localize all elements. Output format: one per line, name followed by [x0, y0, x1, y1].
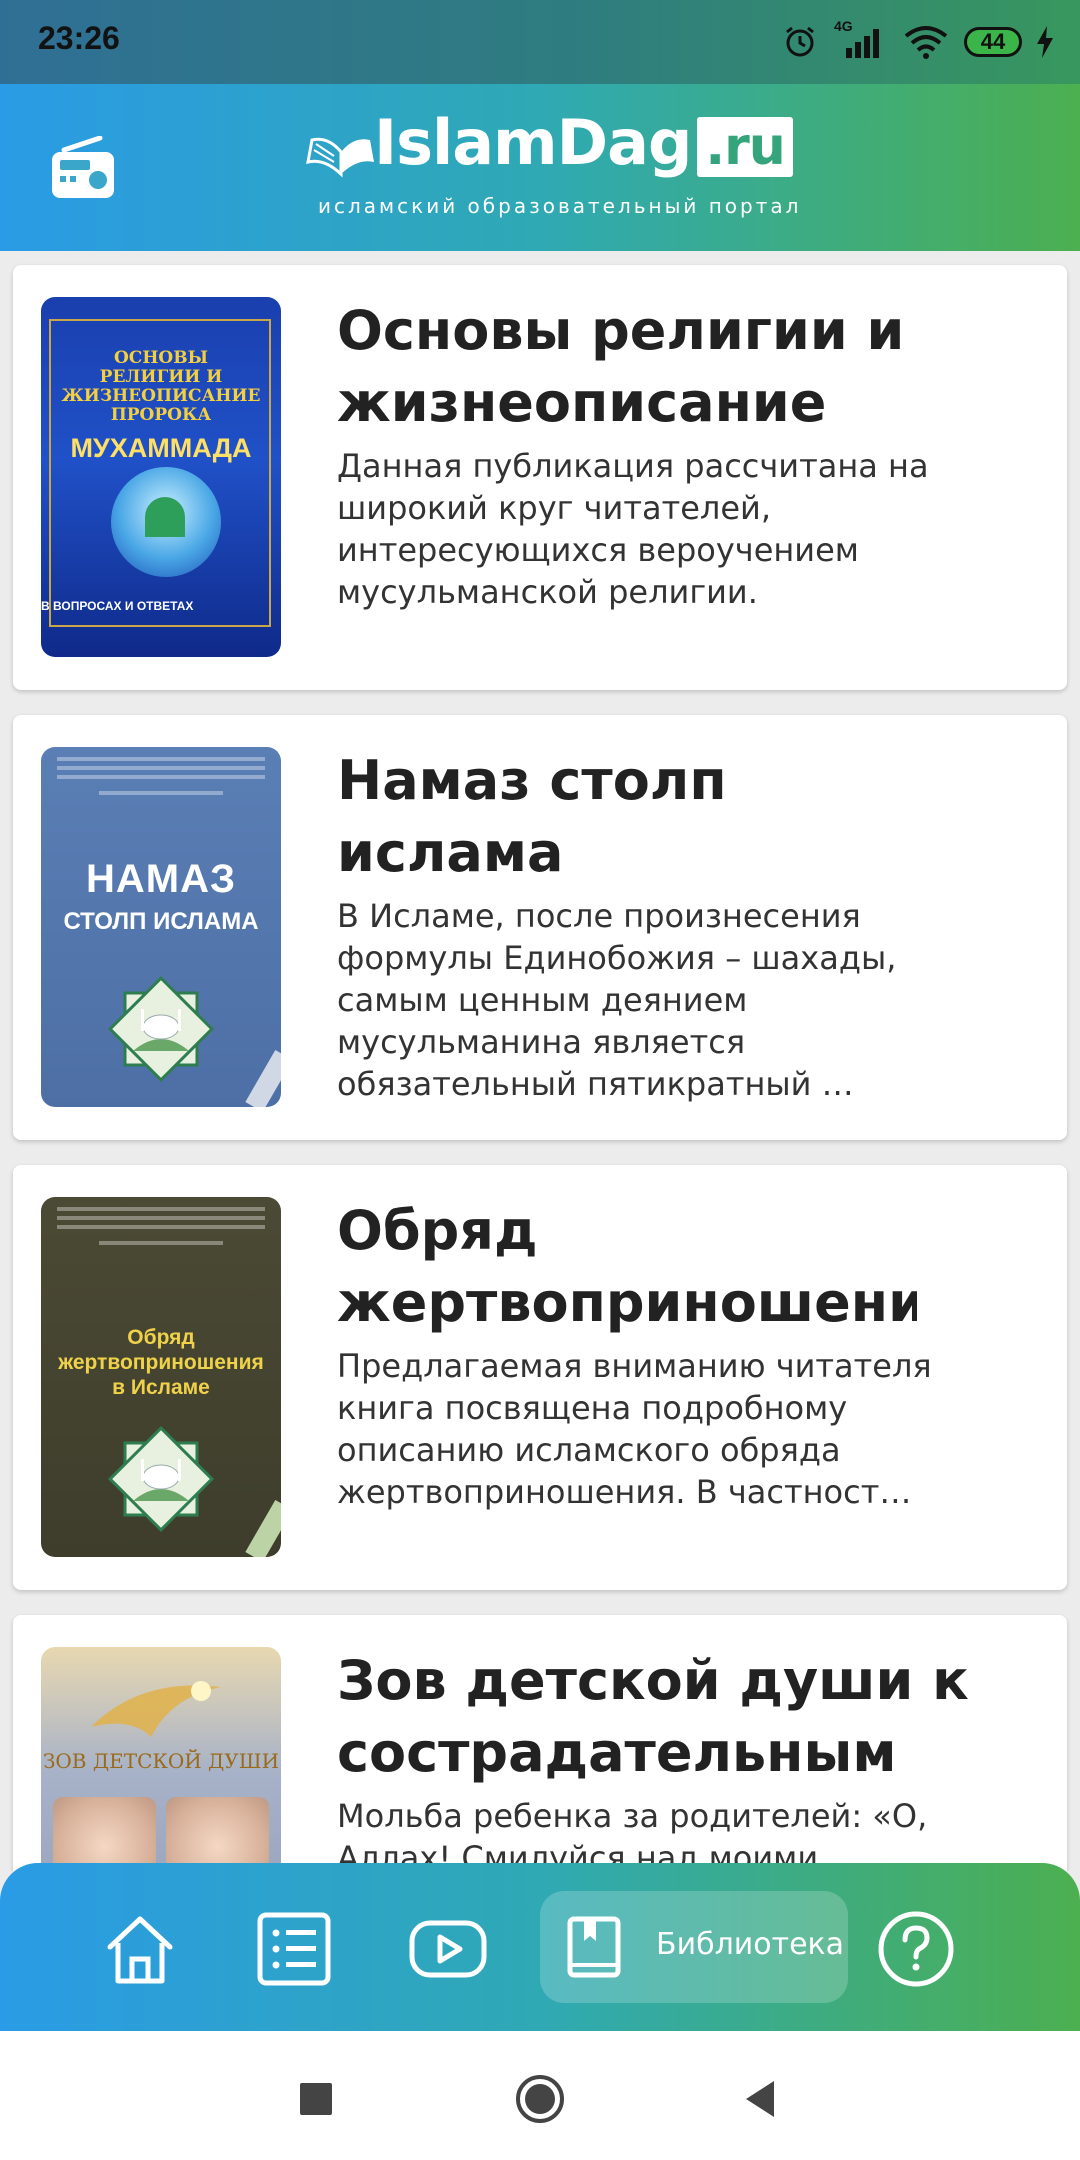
nav-help[interactable]: [876, 1909, 956, 1989]
battery-indicator: 44: [964, 27, 1022, 57]
open-book-icon: [306, 137, 374, 178]
app-root: 23:26 4G 44 IslamDag .ru исламский образ…: [0, 0, 1080, 2160]
book-title: Обряд жертвоприношени: [337, 1199, 917, 1334]
home-system-button[interactable]: [512, 2071, 568, 2127]
cover-title: ЗОВ ДЕТСКОЙ ДУШИ: [42, 1749, 280, 1773]
logo-tagline: исламский образовательный портал: [318, 194, 802, 218]
system-nav-bar: [0, 2031, 1080, 2160]
home-icon: [107, 1916, 173, 1984]
charging-icon: [1037, 26, 1053, 58]
square-icon: [300, 2083, 332, 2115]
book-cover: ОСНОВЫ РЕЛИГИИ И ЖИЗНЕОПИСАНИЕ ПРОРОКА М…: [41, 297, 281, 657]
status-time: 23:26: [38, 20, 120, 56]
help-icon: [878, 1911, 954, 1987]
book-list: ОСНОВЫ РЕЛИГИИ И ЖИЗНЕОПИСАНИЕ ПРОРОКА М…: [0, 251, 1080, 1871]
back-button[interactable]: [734, 2071, 790, 2127]
book-description: Мольба ребенка за родителей: «О, Аллах! …: [337, 1797, 928, 1871]
mosque-illustration: [145, 497, 185, 537]
bottom-nav: Библиотека: [0, 1863, 1080, 2031]
book-description: В Исламе, после произнесения формулы Еди…: [337, 897, 897, 1103]
book-cover: НАМАЗ СТОЛП ИСЛАМА: [41, 747, 281, 1107]
children-photos: [53, 1797, 269, 1871]
book-title: Зов детской души к сострадательным: [337, 1649, 969, 1784]
book-card[interactable]: ОСНОВЫ РЕЛИГИИ И ЖИЗНЕОПИСАНИЕ ПРОРОКА М…: [13, 265, 1067, 690]
signal-indicator: 4G: [832, 18, 888, 60]
book-title: Основы религии и жизнеописание: [337, 299, 905, 434]
status-icons: 4G 44: [782, 16, 1054, 68]
recent-apps-button[interactable]: [288, 2071, 344, 2127]
star-emblem-illustration: [107, 1425, 215, 1533]
book-description: Данная публикация рассчитана на широкий …: [337, 447, 929, 611]
book-cover: ЗОВ ДЕТСКОЙ ДУШИ: [41, 1647, 281, 1871]
site-logo: IslamDag .ru исламский образовательный по…: [300, 106, 798, 224]
nav-video[interactable]: [408, 1909, 488, 1989]
logo-name-text: IslamDag: [374, 106, 692, 179]
signal-icon: [846, 29, 879, 58]
cover-title: ОСНОВЫ РЕЛИГИИ И ЖИЗНЕОПИСАНИЕ ПРОРОКА: [61, 348, 261, 425]
book-icon: [567, 1916, 621, 1978]
nav-library-label: Библиотека: [656, 1927, 845, 1962]
nav-home[interactable]: [100, 1909, 180, 1989]
list-icon: [257, 1912, 331, 1986]
radio-icon: [52, 135, 114, 198]
book-cover: Обряд жертвоприношения в Исламе: [41, 1197, 281, 1557]
circle-icon: [516, 2075, 564, 2123]
status-bar: 23:26 4G 44: [0, 0, 1080, 84]
cover-subtitle: СТОЛП ИСЛАМА: [63, 908, 259, 935]
radio-button[interactable]: [50, 135, 116, 200]
app-header: IslamDag .ru исламский образовательный по…: [0, 84, 1080, 251]
book-description: Предлагаемая вниманию читателя книга пос…: [337, 1347, 932, 1511]
nav-list[interactable]: [254, 1909, 334, 1989]
cover-title: Обряд жертвоприношения в Исламе: [58, 1326, 264, 1399]
book-card[interactable]: НАМАЗ СТОЛП ИСЛАМА Намаз столп ислама В …: [13, 715, 1067, 1140]
logo-name: IslamDag .ru: [374, 106, 793, 179]
book-title: Намаз столп ислама: [337, 749, 727, 884]
video-play-icon: [409, 1920, 487, 1978]
alarm-icon: [786, 26, 814, 57]
logo-tld: .ru: [697, 117, 793, 177]
nav-library[interactable]: Библиотека: [540, 1891, 848, 2003]
cover-caption: В ВОПРОСАХ И ОТВЕТАХ: [41, 599, 194, 613]
back-triangle-icon: [746, 2081, 774, 2117]
star-emblem-illustration: [107, 975, 215, 1083]
child-photo: [53, 1797, 156, 1871]
child-photo: [166, 1797, 269, 1871]
book-card[interactable]: Обряд жертвоприношения в Исламе Обряд же…: [13, 1165, 1067, 1590]
cover-title: НАМАЗ: [85, 857, 237, 901]
book-card[interactable]: ЗОВ ДЕТСКОЙ ДУШИ Зов детской души к сост…: [13, 1615, 1067, 1871]
cover-subtitle: МУХАММАДА: [70, 433, 252, 463]
wifi-icon: [904, 26, 948, 59]
